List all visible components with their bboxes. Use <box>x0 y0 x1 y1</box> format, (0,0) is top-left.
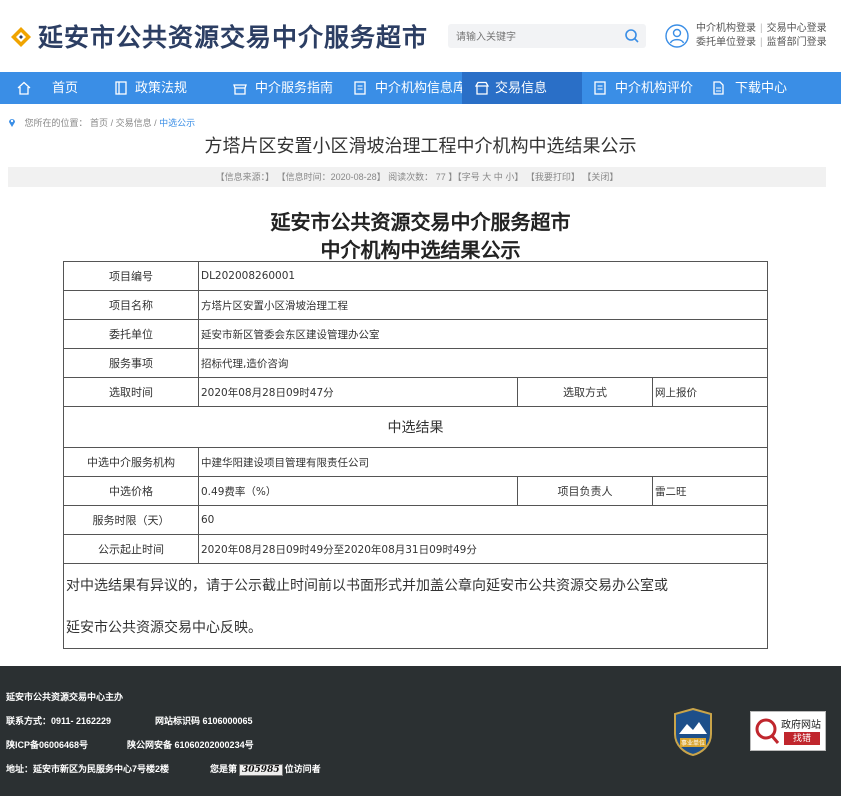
store-icon <box>474 81 490 95</box>
breadcrumb-trade-link[interactable]: 交易信息 <box>116 118 152 128</box>
doc-heading-2: 中介机构中选结果公示 <box>320 240 521 262</box>
result-table: 项目编号 DL202008260001 项目名称 方塔片区安置小区滑坡治理工程 … <box>63 261 768 649</box>
project-manager: 雷二旺 <box>652 476 768 506</box>
info-time: 【信息时间：2020-08-28】 <box>276 172 386 182</box>
nav-item-home[interactable]: 首页 <box>0 72 100 104</box>
visitor-counter: 305985 <box>239 764 283 776</box>
table-row: 公示起止时间 2020年08月28日09时49分至2020年08月31日09时4… <box>63 534 768 564</box>
table-row: 中选结果 <box>63 406 768 448</box>
search-icon[interactable] <box>624 28 640 44</box>
footer-icp[interactable]: 陕ICP备06006468号 <box>6 738 88 751</box>
font-small-link[interactable]: 小 <box>505 172 514 182</box>
site-title[interactable]: 延安市公共资源交易中介服务超市 <box>38 18 428 54</box>
search-input[interactable] <box>448 24 628 50</box>
doc-heading-1: 延安市公共资源交易中介服务超市 <box>270 212 571 234</box>
nav-item-evaluation[interactable]: 中介机构评价 <box>582 72 700 104</box>
book-icon <box>115 81 127 95</box>
download-icon <box>713 81 724 95</box>
breadcrumb: 您所在的位置： 首页 / 交易信息 / 中选公示 <box>8 116 195 129</box>
home-icon <box>17 81 31 95</box>
table-row: 中选中介服务机构 中建华阳建设项目管理有限责任公司 <box>63 447 768 477</box>
main-nav: 首页 政策法规 中介服务指南 中介机构信息库 交易信息 中介机构评价 下载中心 <box>0 72 841 104</box>
table-row: 对中选结果有异议的，请于公示截止时间前以书面形式并加盖公章向延安市公共资源交易办… <box>63 563 768 649</box>
select-method: 网上报价 <box>652 377 768 407</box>
supervisor-login-link[interactable]: 监督部门登录 <box>767 37 827 48</box>
page-title: 方塔片区安置小区滑坡治理工程中介机构中选结果公示 <box>204 136 637 156</box>
section-result-heading: 中选结果 <box>63 406 768 448</box>
font-large-link[interactable]: 大 <box>482 172 491 182</box>
report-error-label: 找错 <box>784 732 820 745</box>
table-row: 中选价格 0.49费率（%） 项目负责人 雷二旺 <box>63 476 768 506</box>
breadcrumb-current[interactable]: 中选公示 <box>159 118 195 128</box>
client-login-link[interactable]: 委托单位登录 <box>696 37 756 48</box>
nav-item-guide[interactable]: 中介服务指南 <box>220 72 340 104</box>
document-icon <box>594 81 606 95</box>
breadcrumb-home-link[interactable]: 首页 <box>90 118 108 128</box>
footer-address: 地址：延安市新区为民服务中心7号楼2楼 <box>6 764 170 774</box>
table-row: 委托单位 延安市新区管委会东区建设管理办公室 <box>63 319 768 349</box>
login-links: 中介机构登录 | 交易中心登录 委托单位登录 | 监督部门登录 <box>696 23 827 48</box>
footer-site-code: 网站标识码 6106000065 <box>155 716 253 726</box>
table-row: 服务时限（天） 60 <box>63 505 768 535</box>
svg-text:事业单位: 事业单位 <box>681 739 705 747</box>
nav-item-trade-info[interactable]: 交易信息 <box>462 72 582 104</box>
info-views-label: 阅读次数： <box>388 172 434 182</box>
info-views-count: 77 <box>435 172 446 182</box>
print-link[interactable]: 【我要打印】 <box>526 172 580 182</box>
client-unit: 延安市新区管委会东区建设管理办公室 <box>198 319 768 349</box>
notice-period: 2020年08月28日09时49分至2020年08月31日09时49分 <box>198 534 768 564</box>
footer-contact: 联系方式：0911- 2162229 <box>6 716 112 726</box>
font-medium-link[interactable]: 中 <box>494 172 503 182</box>
article-info-bar: 【信息来源：】 【信息时间：2020-08-28】 阅读次数： 77 】【字号 … <box>8 167 826 187</box>
close-link[interactable]: 【关闭】 <box>582 172 618 182</box>
user-icon <box>665 24 689 48</box>
nav-item-policy[interactable]: 政策法规 <box>100 72 220 104</box>
search-box <box>448 24 646 50</box>
footer: 延安市公共资源交易中心主办 联系方式：0911- 2162229 网站标识码 6… <box>0 666 841 796</box>
nav-item-agency-db[interactable]: 中介机构信息库 <box>340 72 466 104</box>
nav-item-download[interactable]: 下载中心 <box>700 72 841 104</box>
objection-note: 对中选结果有异议的，请于公示截止时间前以书面形式并加盖公章向延安市公共资源交易办… <box>63 563 768 649</box>
service-period: 60 <box>198 505 768 535</box>
gov-site-label: 政府网站 <box>781 720 821 731</box>
document-icon <box>354 81 366 95</box>
public-institution-badge-icon[interactable]: 事业单位 <box>673 708 713 756</box>
table-row: 项目名称 方塔片区安置小区滑坡治理工程 <box>63 290 768 320</box>
agency-login-link[interactable]: 中介机构登录 <box>696 23 756 34</box>
select-time: 2020年08月28日09时47分 <box>198 377 518 407</box>
project-number: DL202008260001 <box>198 261 768 291</box>
footer-visitor: 您是第 305985 位访问者 <box>210 764 321 776</box>
logo-diamond-icon <box>11 27 31 47</box>
table-row: 选取时间 2020年08月28日09时47分 选取方式 网上报价 <box>63 377 768 407</box>
header: 延安市公共资源交易中介服务超市 中介机构登录|交易中心登录 委托单位登录|监督部… <box>0 0 841 72</box>
service-items: 招标代理,造价咨询 <box>198 348 768 378</box>
table-row: 项目编号 DL202008260001 <box>63 261 768 291</box>
magnifier-icon <box>755 718 780 744</box>
selected-price: 0.49费率（%） <box>198 476 518 506</box>
gov-site-error-report[interactable]: 政府网站 找错 <box>750 711 826 751</box>
shop-icon <box>233 84 247 95</box>
center-login-link[interactable]: 交易中心登录 <box>767 23 827 34</box>
project-name: 方塔片区安置小区滑坡治理工程 <box>198 290 768 320</box>
footer-security[interactable]: 陕公网安备 61060202000234号 <box>127 738 254 751</box>
info-source: 【信息来源：】 <box>215 172 275 182</box>
footer-sponsor: 延安市公共资源交易中心主办 <box>6 692 124 702</box>
table-row: 服务事项 招标代理,造价咨询 <box>63 348 768 378</box>
selected-agency: 中建华阳建设项目管理有限责任公司 <box>198 447 768 477</box>
location-pin-icon <box>9 119 15 127</box>
